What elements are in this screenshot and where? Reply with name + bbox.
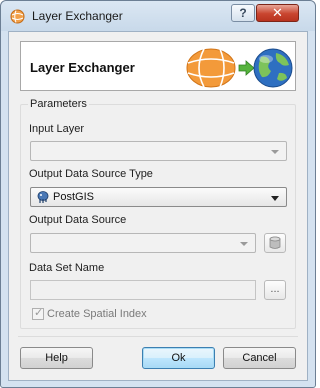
- button-separator: [18, 336, 298, 337]
- help-button[interactable]: Help: [20, 347, 93, 369]
- dialog-body: Layer Exchanger Parameters Input Layer O…: [8, 31, 308, 381]
- cancel-button[interactable]: Cancel: [223, 347, 296, 369]
- parameters-legend: Parameters: [28, 98, 89, 110]
- dataset-name-label: Data Set Name: [29, 262, 105, 274]
- output-source-select[interactable]: [30, 233, 256, 253]
- header-banner: Layer Exchanger: [20, 41, 296, 91]
- chevron-down-icon: [271, 196, 279, 201]
- dialog-window: Layer Exchanger ? ✕ Layer Exchanger Para…: [0, 0, 316, 388]
- close-button[interactable]: ✕: [256, 4, 299, 22]
- input-layer-select[interactable]: [30, 141, 287, 161]
- header-title: Layer Exchanger: [30, 60, 135, 75]
- output-source-label: Output Data Source: [29, 214, 127, 226]
- chevron-down-icon: [271, 150, 279, 154]
- spatial-index-label: Create Spatial Index: [47, 308, 147, 320]
- browse-button[interactable]: ...: [264, 280, 286, 300]
- postgis-elephant-icon: [37, 191, 49, 203]
- exchange-illustration-icon: [186, 48, 293, 88]
- output-type-value: PostGIS: [53, 191, 94, 203]
- spatial-index-checkbox[interactable]: ✓: [32, 307, 44, 320]
- dataset-name-input[interactable]: [30, 280, 256, 300]
- window-title: Layer Exchanger: [32, 9, 123, 23]
- checkmark-icon: ✓: [34, 307, 44, 319]
- chevron-down-icon: [240, 242, 248, 246]
- database-button[interactable]: [264, 233, 286, 253]
- output-type-label: Output Data Source Type: [29, 168, 153, 180]
- app-icon: [10, 9, 25, 24]
- context-help-button[interactable]: ?: [231, 4, 255, 22]
- ok-button[interactable]: Ok: [142, 347, 215, 369]
- title-bar[interactable]: Layer Exchanger ? ✕: [1, 1, 315, 31]
- output-type-select[interactable]: PostGIS: [30, 187, 287, 207]
- input-layer-label: Input Layer: [29, 123, 85, 135]
- database-icon: [269, 236, 281, 249]
